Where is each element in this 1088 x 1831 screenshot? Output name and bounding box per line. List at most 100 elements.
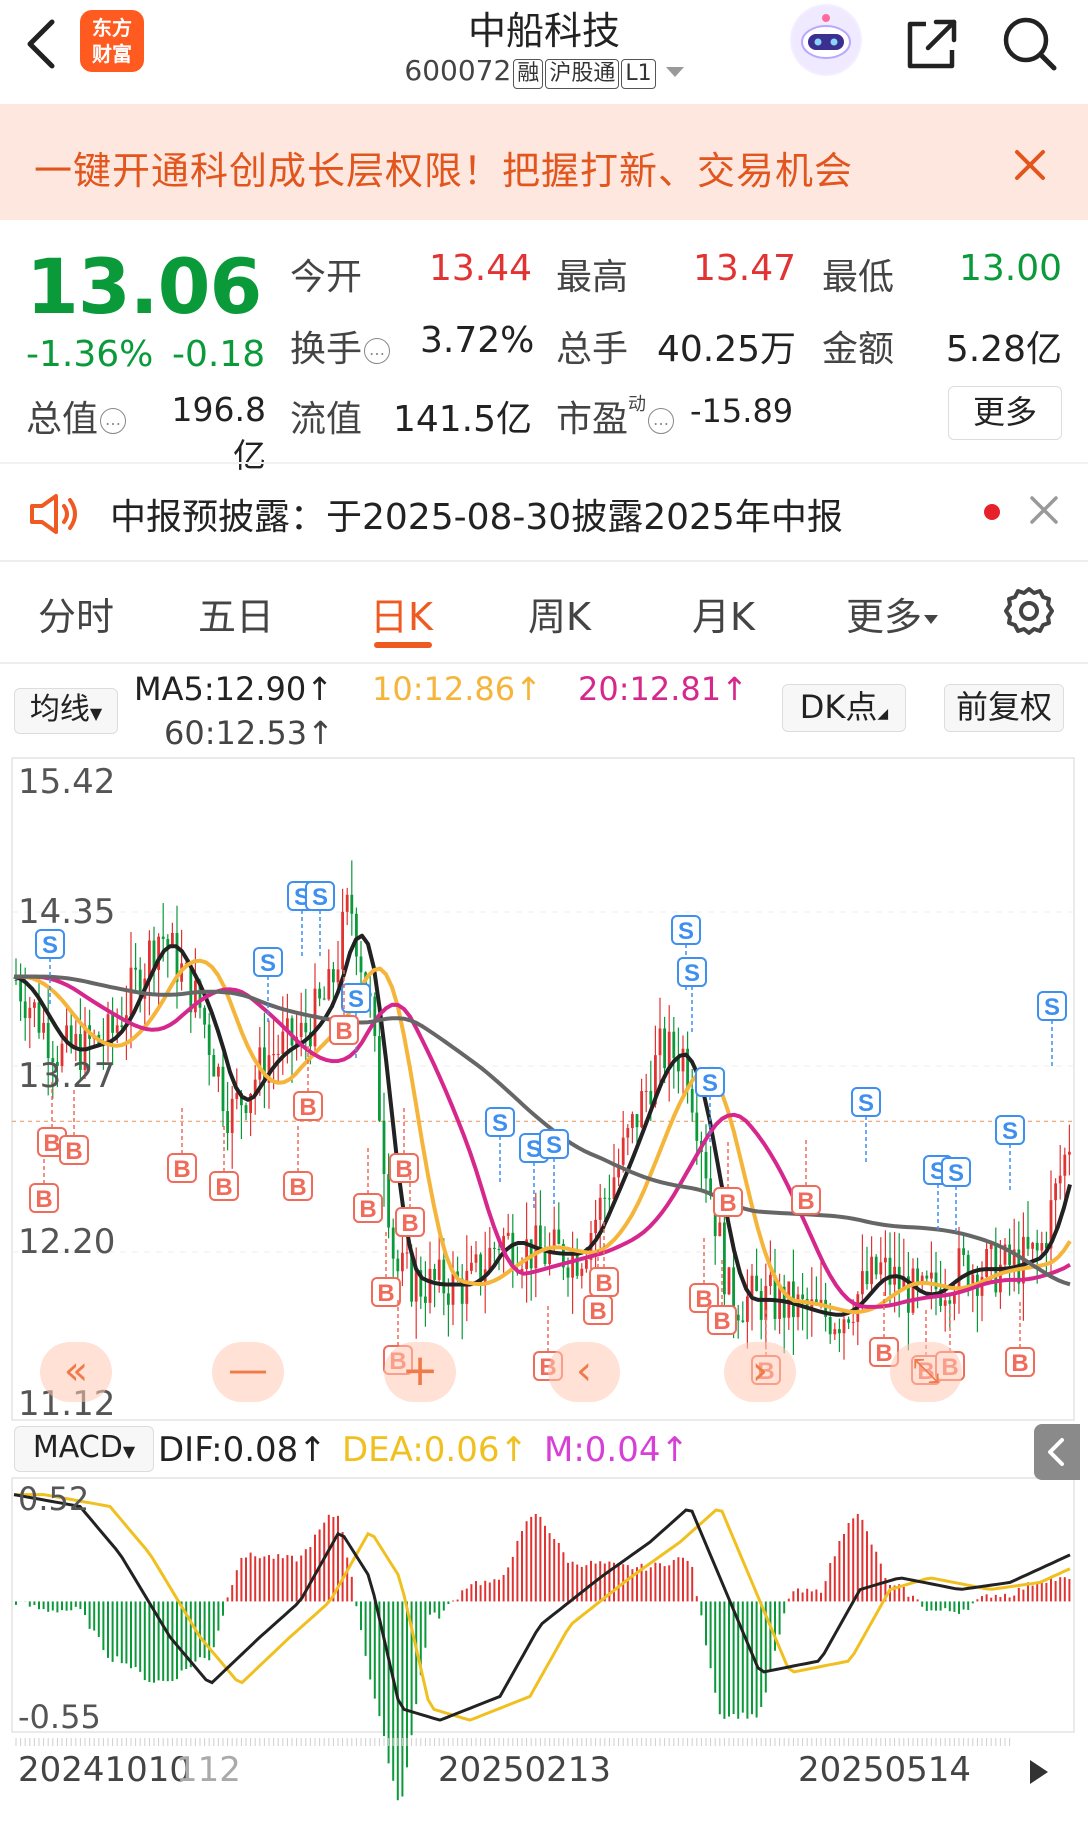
chevron-left-icon[interactable]: ‹ [548,1342,620,1402]
candle-body [759,1290,763,1320]
kline-chart[interactable]: SSSSSSSSSSSSSSSSBBBBBBBBBBBBBBBBBBBBBBBB… [0,0,1088,1831]
buy-signal: B [589,1298,606,1325]
y-tick-label: 14.35 [18,892,116,932]
buy-signal: B [215,1174,232,1201]
candle-body [838,1329,841,1334]
sell-signal: S [260,950,276,977]
buy-signal: B [377,1280,394,1307]
macd-m-value: M:0.04↑ [544,1430,689,1470]
sell-signal: S [312,884,328,911]
candle-body [925,1275,929,1279]
play-icon[interactable] [1016,1750,1060,1794]
candle-body [203,1007,206,1025]
buy-signal: B [401,1210,418,1237]
buy-signal: B [359,1196,376,1223]
double-chevron-left-icon[interactable]: « [40,1342,112,1402]
macd-dif-value: DIF:0.08↑ [158,1430,327,1470]
buy-signal: B [65,1138,82,1165]
candle-body [828,1316,832,1335]
candle-body [746,1296,749,1322]
candle-body [391,1227,395,1259]
candle-body [580,1268,584,1276]
arrows-in-icon[interactable]: ⤡ [890,1342,962,1402]
candle-body [23,1001,27,1019]
candle-body [663,1028,666,1069]
candle-body [865,1271,869,1285]
candle-body [470,1262,473,1271]
candle-body [506,1232,510,1236]
candle-body [640,1091,643,1128]
candle-body [33,1002,36,1008]
candle-body [621,1137,625,1165]
candle-body [741,1320,745,1322]
candle-body [488,1247,492,1270]
sell-signal: S [42,932,58,959]
candle-body [1058,1175,1062,1184]
candle-body [332,969,335,983]
candle-body [212,1054,216,1077]
candle-body [493,1247,496,1249]
candle-body [870,1256,873,1285]
candle-body [230,1098,234,1134]
candle-body [37,1002,41,1033]
candle-body [442,1259,446,1294]
candle-body [401,1252,404,1272]
candle-body [626,1128,630,1138]
candle-body [833,1329,837,1335]
y-tick-label: 15.42 [18,762,116,802]
candle-body [281,1031,285,1054]
candle-body [571,1251,574,1278]
macd-select[interactable]: MACD▼ [14,1426,154,1472]
sell-signal: S [858,1090,874,1117]
candle-body [465,1270,469,1304]
candle-body [115,1025,119,1033]
buy-signal: B [719,1190,736,1217]
candle-body [1035,1242,1039,1251]
y-tick-label: 12.20 [18,1222,116,1262]
buy-signal: B [1011,1350,1028,1377]
candle-body [345,894,349,912]
candle-body [304,1022,308,1033]
buy-signal: B [797,1188,814,1215]
y-tick-label: 13.27 [18,1056,116,1096]
buy-signal: B [595,1270,612,1297]
candle-body [1068,1151,1071,1155]
candle-body [557,1229,561,1244]
candle-body [327,969,331,1000]
collapse-panel-button[interactable] [1034,1424,1080,1480]
candle-body [359,956,363,973]
candle-body [396,1258,400,1272]
candle-body [497,1248,501,1251]
candle-body [19,980,22,1002]
candle-body [672,1031,676,1059]
candle-body [755,1275,758,1291]
candle-body [111,1014,114,1033]
candle-body [552,1229,556,1247]
candle-body [447,1293,450,1305]
candle-body [14,979,18,981]
candle-body [355,913,358,957]
minus-icon[interactable]: — [212,1342,284,1402]
candle-body [603,1197,607,1199]
candle-body [226,1111,229,1134]
candle-body [382,1120,386,1175]
candle-body [695,1112,699,1141]
candle-body [134,967,137,970]
candle-body [911,1268,915,1313]
chevron-right-icon[interactable]: › [724,1342,796,1402]
macd-frame [11,1477,1075,1733]
candle-body [842,1319,846,1334]
candle-body [888,1257,892,1285]
candle-body [1040,1243,1044,1251]
candle-body [769,1274,772,1286]
candle-body [879,1262,883,1275]
candle-body [46,1022,50,1059]
candle-body [235,1093,239,1099]
candle-body [930,1272,933,1279]
candle-body [28,1007,32,1019]
candle-body [644,1090,648,1092]
candle-body [207,1024,211,1055]
plus-icon[interactable]: + [384,1342,456,1402]
candle-body [299,1022,303,1037]
candle-body [598,1197,602,1220]
